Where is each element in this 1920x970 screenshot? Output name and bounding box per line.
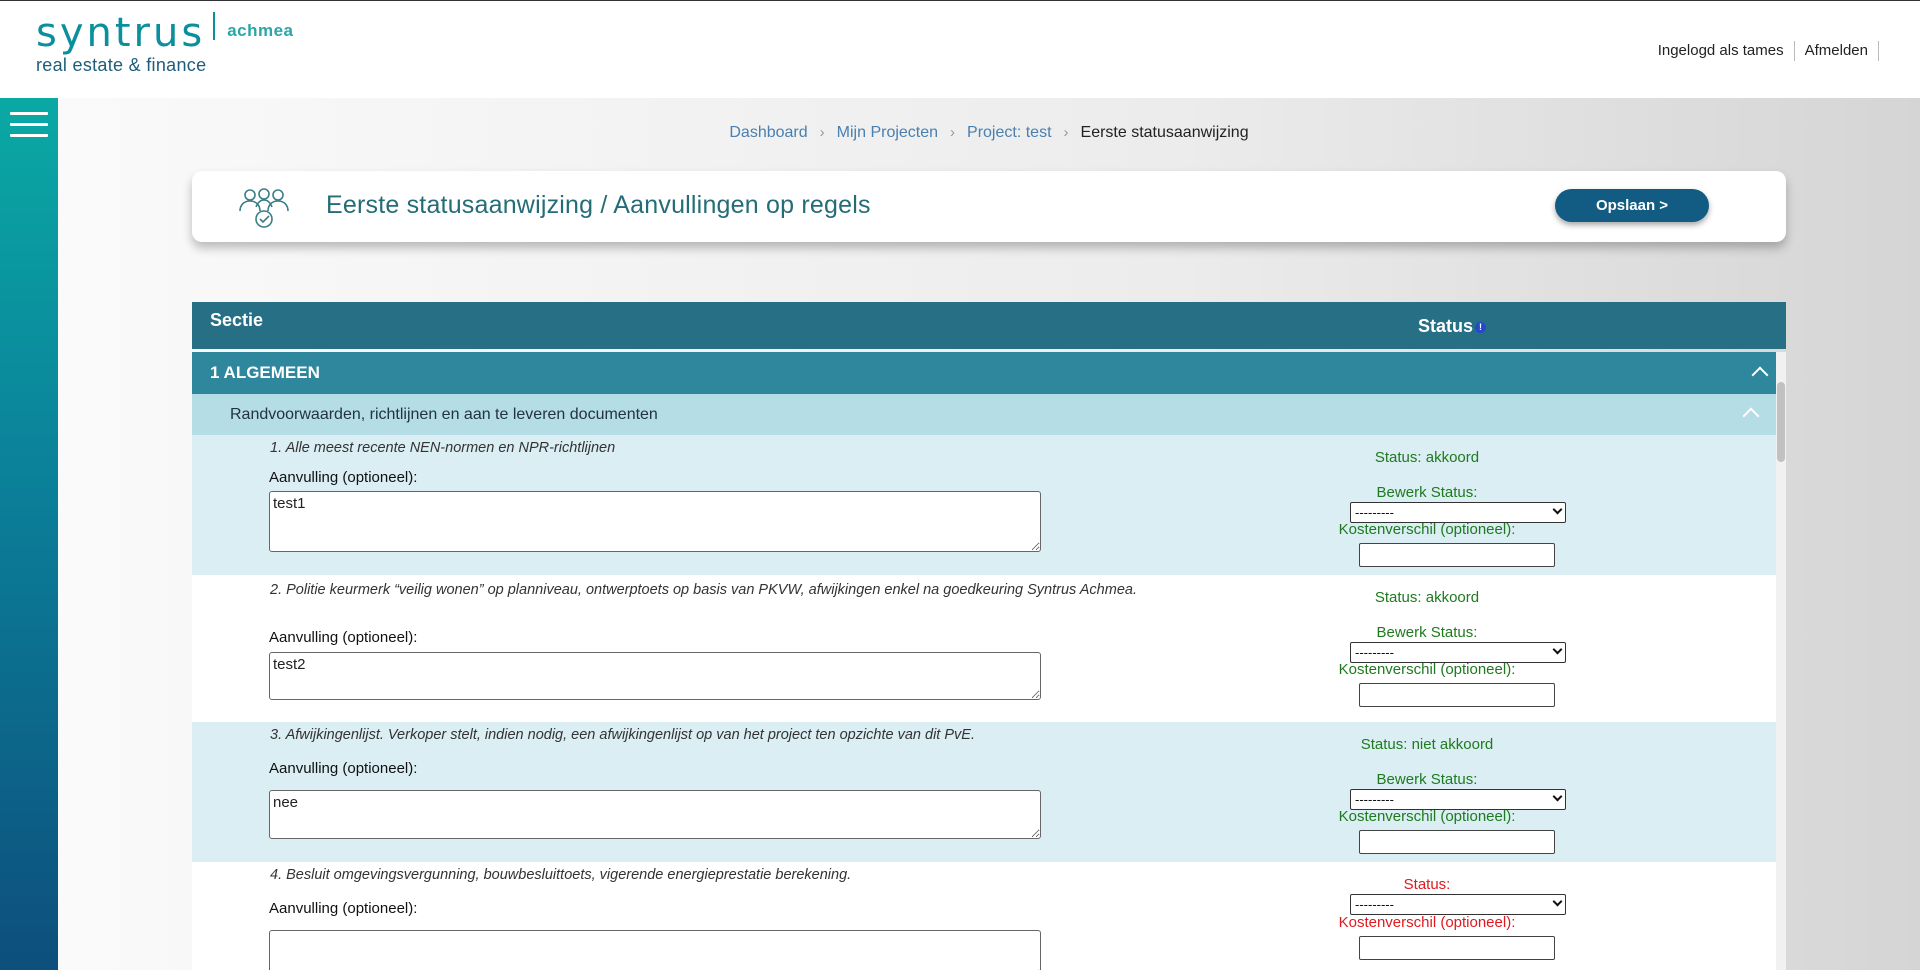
page-header-card: Eerste statusaanwijzing / Aanvullingen o… — [192, 171, 1786, 242]
column-header-section: Sectie — [210, 310, 264, 330]
top-header: syntrus achmea real estate & finance Inge… — [0, 1, 1920, 98]
chevron-up-icon[interactable] — [1742, 407, 1760, 425]
sidebar — [0, 98, 58, 970]
brand-logo[interactable]: syntrus achmea real estate & finance — [36, 11, 294, 76]
breadcrumb: Dashboard › Mijn Projecten › Project: test › E… — [58, 124, 1920, 142]
aanvulling-textarea[interactable] — [269, 930, 1041, 970]
aanvulling-textarea[interactable]: test1 — [269, 491, 1041, 552]
aanvulling-textarea[interactable]: test2 — [269, 652, 1041, 700]
status-select[interactable]: --------- — [1350, 642, 1566, 663]
scrollbar[interactable] — [1776, 352, 1786, 970]
cost-label: Kostenverschil (optioneel): — [1338, 521, 1516, 538]
column-header-status: Status! — [1418, 316, 1487, 337]
chevron-down-icon — [1552, 644, 1563, 655]
section-header[interactable]: 1 ALGEMEEN — [192, 352, 1776, 394]
status-text: Status: akkoord — [1374, 589, 1480, 606]
cost-input[interactable] — [1359, 830, 1555, 854]
cost-label: Kostenverschil (optioneel): — [1338, 914, 1516, 931]
status-select-value: --------- — [1355, 645, 1394, 660]
edit-status-label: Bewerk Status: — [1376, 624, 1478, 641]
logout-link[interactable]: Afmelden — [1795, 41, 1879, 61]
user-nav: Ingelogd als tames Afmelden — [1658, 41, 1900, 61]
status-select[interactable]: --------- — [1350, 502, 1566, 523]
table-row: 1. Alle meest recente NEN-normen en NPR-… — [192, 435, 1776, 575]
breadcrumb-project[interactable]: Project: test — [967, 124, 1051, 141]
main-content: Dashboard › Mijn Projecten › Project: test › E… — [58, 98, 1920, 970]
save-button[interactable]: Opslaan > — [1555, 189, 1709, 222]
chevron-up-icon[interactable] — [1751, 366, 1769, 384]
subsection-header[interactable]: Randvoorwaarden, richtlijnen en aan te l… — [192, 394, 1776, 435]
edit-status-label: Bewerk Status: — [1376, 771, 1478, 788]
hamburger-icon[interactable] — [10, 112, 48, 138]
table-row: 3. Afwijkingenlijst. Verkoper stelt, ind… — [192, 722, 1776, 862]
edit-status-label: Bewerk Status: — [1376, 484, 1478, 501]
logged-in-user[interactable]: Ingelogd als tames — [1658, 41, 1795, 61]
chevron-down-icon — [1552, 791, 1563, 802]
status-select-value: --------- — [1355, 792, 1394, 807]
cost-input[interactable] — [1359, 936, 1555, 960]
column-header-status-label: Status — [1418, 316, 1474, 336]
cost-input[interactable] — [1359, 543, 1555, 567]
status-select[interactable]: --------- — [1350, 894, 1566, 915]
status-select[interactable]: --------- — [1350, 789, 1566, 810]
breadcrumb-mijn-projecten[interactable]: Mijn Projecten — [837, 124, 938, 141]
breadcrumb-dashboard[interactable]: Dashboard — [729, 124, 807, 141]
table-row: 2. Politie keurmerk “veilig wonen” op pl… — [192, 575, 1776, 722]
row-question: 4. Besluit omgevingsvergunning, bouwbesl… — [270, 867, 852, 883]
cost-label: Kostenverschil (optioneel): — [1338, 808, 1516, 825]
aanvulling-textarea[interactable]: nee — [269, 790, 1041, 839]
aanvulling-label: Aanvulling (optioneel): — [269, 760, 418, 777]
aanvulling-label: Aanvulling (optioneel): — [269, 469, 418, 486]
chevron-down-icon — [1552, 504, 1563, 515]
cost-label: Kostenverschil (optioneel): — [1338, 661, 1516, 678]
status-text: Status: — [1403, 876, 1451, 893]
subsection-title: Randvoorwaarden, richtlijnen en aan te l… — [230, 406, 658, 423]
row-question: 3. Afwijkingenlijst. Verkoper stelt, ind… — [270, 727, 975, 743]
brand-separator — [213, 12, 216, 40]
brand-sub: achmea — [227, 21, 294, 40]
table-header: Sectie Status! — [192, 302, 1786, 349]
brand-tagline: real estate & finance — [36, 55, 207, 75]
aanvulling-label: Aanvulling (optioneel): — [269, 900, 418, 917]
aanvulling-label: Aanvulling (optioneel): — [269, 629, 418, 646]
scrollbar-thumb[interactable] — [1777, 382, 1785, 462]
status-select-value: --------- — [1355, 505, 1394, 520]
chevron-right-icon: › — [950, 124, 956, 141]
status-select-value: --------- — [1355, 897, 1394, 912]
page-title: Eerste statusaanwijzing / Aanvullingen o… — [326, 191, 871, 219]
cost-input[interactable] — [1359, 683, 1555, 707]
row-question: 2. Politie keurmerk “veilig wonen” op pl… — [270, 582, 1137, 598]
chevron-right-icon: › — [1063, 124, 1069, 141]
table-row: 4. Besluit omgevingsvergunning, bouwbesl… — [192, 862, 1776, 970]
status-text: Status: akkoord — [1374, 449, 1480, 466]
row-question: 1. Alle meest recente NEN-normen en NPR-… — [270, 440, 616, 456]
chevron-right-icon: › — [819, 124, 825, 141]
table-body: 1 ALGEMEEN Randvoorwaarden, richtlijnen … — [192, 352, 1786, 970]
section-title: 1 ALGEMEEN — [210, 363, 320, 382]
brand-name: syntrus — [36, 10, 206, 56]
chevron-down-icon — [1552, 896, 1563, 907]
status-text: Status: niet akkoord — [1360, 736, 1494, 753]
info-icon[interactable]: ! — [1475, 322, 1487, 333]
breadcrumb-current: Eerste statusaanwijzing — [1080, 124, 1249, 141]
people-check-icon — [239, 188, 289, 228]
